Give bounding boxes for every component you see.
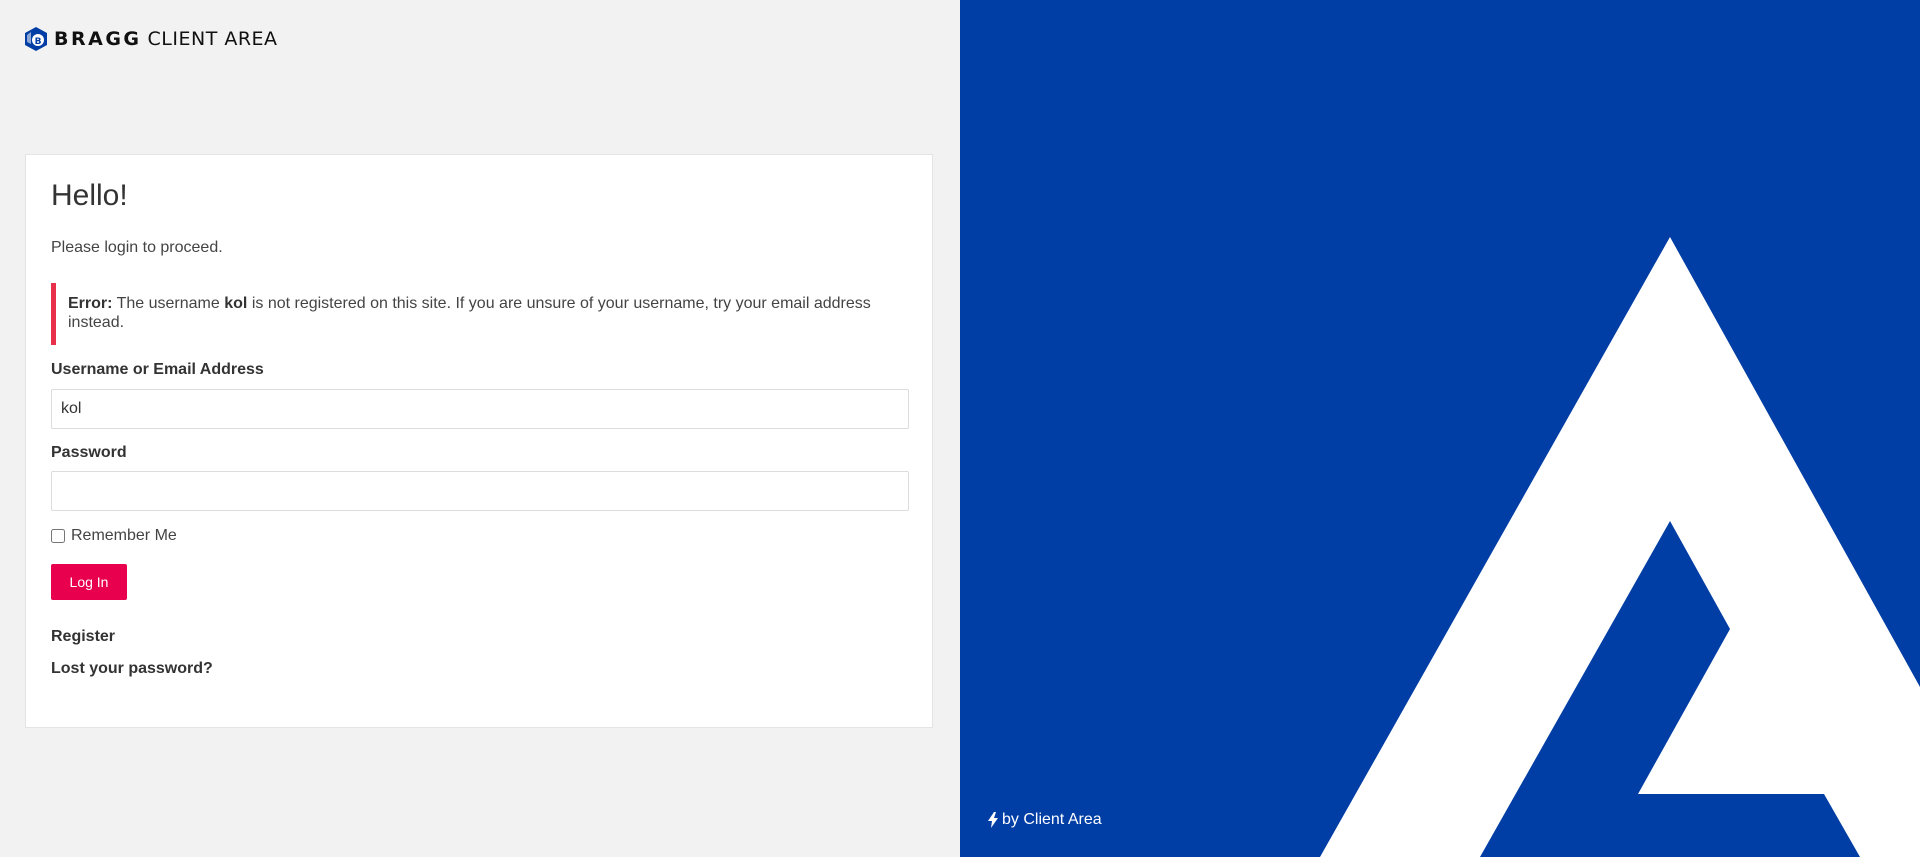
password-input[interactable] xyxy=(51,471,909,511)
error-text-before: The username xyxy=(116,295,220,312)
greeting-heading: Hello! xyxy=(51,179,128,212)
remember-me[interactable]: Remember Me xyxy=(51,527,177,545)
lightning-bolt-icon xyxy=(988,812,998,828)
register-link[interactable]: Register xyxy=(51,628,115,646)
credit-text: by Client Area xyxy=(1002,811,1102,828)
username-input[interactable] xyxy=(51,389,909,429)
error-username: kol xyxy=(224,295,248,312)
error-alert: Error: The username kol is not registere… xyxy=(51,283,908,345)
password-label: Password xyxy=(51,444,127,461)
brand-suffix: CLIENT AREA xyxy=(147,28,278,50)
brand-name: BRAGG xyxy=(54,28,142,50)
login-card: Hello! Please login to proceed. Error: T… xyxy=(25,154,933,728)
svg-text:B: B xyxy=(35,37,42,47)
lost-password-link[interactable]: Lost your password? xyxy=(51,660,213,678)
brand-panel: by Client Area xyxy=(960,0,1920,857)
intro-text: Please login to proceed. xyxy=(51,239,223,256)
login-pane: B BRAGG CLIENT AREA Hello! Please login … xyxy=(0,0,960,857)
error-prefix: Error: xyxy=(68,295,113,312)
a-logo-mark xyxy=(1320,237,1920,857)
remember-me-checkbox[interactable] xyxy=(51,529,65,543)
login-button[interactable]: Log In xyxy=(51,564,127,600)
remember-me-label: Remember Me xyxy=(71,527,177,544)
username-label: Username or Email Address xyxy=(51,361,264,378)
bragg-logo-icon: B xyxy=(25,27,47,51)
brand-header: B BRAGG CLIENT AREA xyxy=(24,25,278,53)
footer-credit: by Client Area xyxy=(988,811,1102,829)
